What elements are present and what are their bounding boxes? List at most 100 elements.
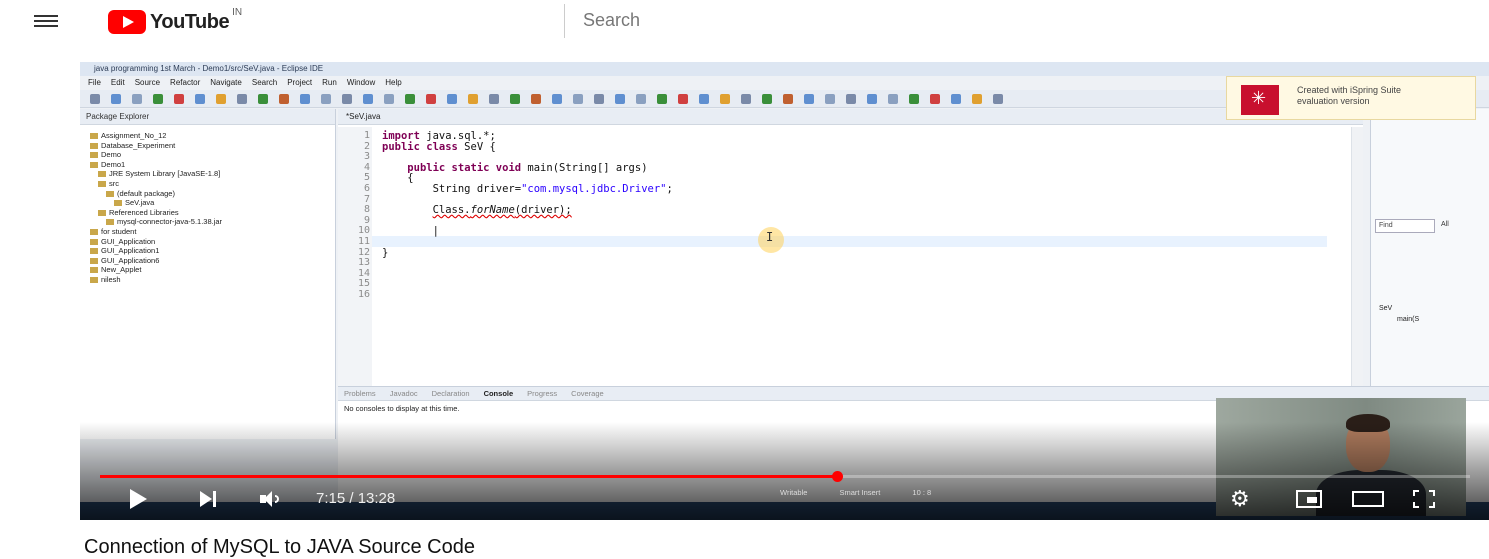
code-text: (driver); <box>514 204 572 217</box>
toolbar-icon <box>678 94 688 104</box>
project-folder-icon <box>90 248 98 255</box>
console-tab: Javadoc <box>389 389 418 398</box>
tree-item: for student <box>86 227 329 237</box>
toolbar-icon <box>510 94 520 104</box>
console-tab: Progress <box>527 389 558 398</box>
tree-item-label: for student <box>101 226 137 236</box>
code-text: SeV { <box>457 140 496 153</box>
tree-item-label: GUI_Application <box>101 236 156 246</box>
logo-country-code: IN <box>232 7 243 18</box>
code-keyword: public static void <box>407 161 522 174</box>
toolbar-icon <box>972 94 982 104</box>
video-player[interactable]: java programming 1st March - Demo1/src/S… <box>80 62 1489 520</box>
project-folder-icon <box>114 200 122 207</box>
tree-item-label: mysql-connector-java-5.1.38.jar <box>117 217 223 227</box>
status-position: 10 : 8 <box>912 488 932 497</box>
ispring-logo-icon <box>1241 85 1279 115</box>
toolbar-icon <box>594 94 604 104</box>
tree-item: New_Applet <box>86 265 329 275</box>
project-folder-icon <box>90 276 98 283</box>
line-number: 11 <box>357 235 370 247</box>
project-folder-icon <box>98 180 106 187</box>
console-tab: Console <box>483 389 514 398</box>
toolbar-icon <box>342 94 352 104</box>
toolbar-icon <box>909 94 919 104</box>
code-error-line: Class.forName(driver); <box>433 204 572 216</box>
toolbar-icon <box>90 94 100 104</box>
project-folder-icon <box>98 209 106 216</box>
watermark-line-1: Created with iSpring Suite <box>1297 85 1402 95</box>
toolbar-icon <box>804 94 814 104</box>
toolbar-icon <box>573 94 583 104</box>
toolbar-icon <box>888 94 898 104</box>
code-text: } <box>382 246 389 259</box>
masthead: YouTube IN Search <box>0 0 1489 44</box>
toolbar-icon <box>132 94 142 104</box>
tree-item-label: Demo1 <box>101 159 126 169</box>
theater-mode-icon[interactable] <box>1352 487 1386 511</box>
miniplayer-icon[interactable] <box>1296 487 1326 511</box>
find-all-label: All <box>1441 221 1449 228</box>
ide-menu-item: Navigate <box>210 78 242 87</box>
toolbar-icon <box>636 94 646 104</box>
line-number: 16 <box>357 288 370 300</box>
toolbar-icon <box>825 94 835 104</box>
toolbar-icon <box>426 94 436 104</box>
youtube-logo[interactable]: YouTube IN <box>108 7 243 35</box>
tree-item: (default package) <box>86 189 329 199</box>
project-folder-icon <box>90 142 98 149</box>
project-folder-icon <box>90 161 98 168</box>
ispring-watermark: Created with iSpring Suite evaluation ve… <box>1226 76 1476 120</box>
tree-item: GUI_Application6 <box>86 256 329 266</box>
tree-item: nilesh <box>86 275 329 285</box>
toolbar-icon <box>531 94 541 104</box>
toolbar-icon <box>993 94 1003 104</box>
tree-item-label: Demo <box>101 150 122 160</box>
console-tab: Problems <box>344 389 376 398</box>
search-input[interactable]: Search <box>564 4 1224 38</box>
hamburger-menu-icon[interactable] <box>34 12 58 30</box>
settings-gear-icon[interactable]: ⚙ <box>1230 486 1254 511</box>
toolbar-icon <box>489 94 499 104</box>
fullscreen-icon[interactable] <box>1413 487 1439 511</box>
toolbar-icon <box>699 94 709 104</box>
project-folder-icon <box>90 257 98 264</box>
watermark-line-2: evaluation version <box>1297 96 1370 106</box>
toolbar-icon <box>951 94 961 104</box>
project-folder-icon <box>106 219 114 226</box>
tree-item: Database_Experiment <box>86 141 329 151</box>
toolbar-icon <box>321 94 331 104</box>
volume-icon[interactable] <box>260 487 284 511</box>
code-keyword: public class <box>382 140 458 153</box>
toolbar-icon <box>216 94 226 104</box>
scrubber-handle[interactable] <box>832 471 844 482</box>
ide-window-title: java programming 1st March - Demo1/src/S… <box>80 62 1489 76</box>
toolbar-icon <box>195 94 205 104</box>
ide-menu-item: Search <box>251 78 278 87</box>
next-video-icon[interactable] <box>200 487 224 511</box>
package-explorer-title: Package Explorer <box>80 109 335 125</box>
ibeam-cursor-icon: I <box>766 230 774 244</box>
code-text: Class. <box>432 204 471 217</box>
progress-bar[interactable] <box>100 471 1470 482</box>
toolbar-icon <box>867 94 877 104</box>
toolbar-icon <box>552 94 562 104</box>
tree-item-label: GUI_Application1 <box>101 246 160 256</box>
console-tab: Declaration <box>431 389 470 398</box>
toolbar-icon <box>720 94 730 104</box>
tree-item: GUI_Application1 <box>86 246 329 256</box>
play-icon[interactable] <box>130 487 150 511</box>
outline-method: main(S <box>1397 316 1420 323</box>
tree-item-label: SeV.java <box>125 198 155 208</box>
toolbar-icon <box>237 94 247 104</box>
ide-menu-item: Window <box>346 78 376 87</box>
line-number: 1 <box>363 130 370 141</box>
code-string: "com.mysql.jdbc.Driver" <box>521 182 667 195</box>
tree-item-label: Database_Experiment <box>101 140 176 150</box>
toolbar-icon <box>111 94 121 104</box>
project-folder-icon <box>98 171 106 178</box>
video-title: Connection of MySQL to JAVA Source Code <box>84 536 475 558</box>
project-folder-icon <box>90 228 98 235</box>
tree-item-label: New_Applet <box>101 265 142 275</box>
toolbar-icon <box>657 94 667 104</box>
